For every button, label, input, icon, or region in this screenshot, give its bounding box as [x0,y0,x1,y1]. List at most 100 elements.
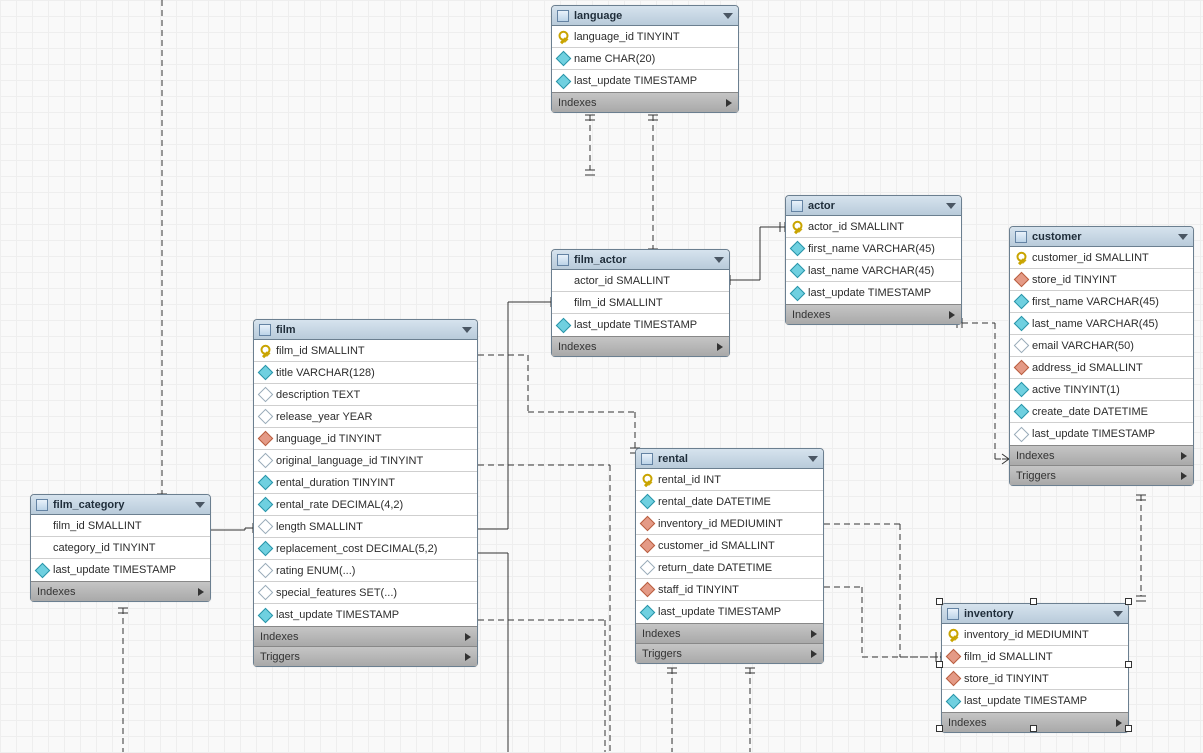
column-row[interactable]: staff_id TINYINT [636,579,823,601]
column-row[interactable]: last_name VARCHAR(45) [786,260,961,282]
column-row[interactable]: customer_id SMALLINT [1010,247,1193,269]
expand-icon[interactable] [198,588,204,596]
section-indexes[interactable]: Indexes [552,336,729,356]
column-row[interactable]: film_id SMALLINT [552,292,729,314]
selection-handle[interactable] [936,725,943,732]
section-indexes[interactable]: Indexes [552,92,738,112]
column-row[interactable]: length SMALLINT [254,516,477,538]
column-row[interactable]: inventory_id MEDIUMINT [942,624,1128,646]
column-row[interactable]: first_name VARCHAR(45) [1010,291,1193,313]
column-row[interactable]: first_name VARCHAR(45) [786,238,961,260]
column-row[interactable]: email VARCHAR(50) [1010,335,1193,357]
table-titlebar[interactable]: customer [1010,227,1193,247]
table-customer[interactable]: customercustomer_id SMALLINTstore_id TIN… [1009,226,1194,486]
expand-icon[interactable] [465,653,471,661]
column-row[interactable]: rental_rate DECIMAL(4,2) [254,494,477,516]
column-row[interactable]: last_update TIMESTAMP [1010,423,1193,445]
column-row[interactable]: release_year YEAR [254,406,477,428]
expand-icon[interactable] [811,650,817,658]
selection-handle[interactable] [1030,598,1037,605]
column-row[interactable]: film_id SMALLINT [31,515,210,537]
expand-icon[interactable] [726,99,732,107]
section-indexes[interactable]: Indexes [786,304,961,324]
expand-icon[interactable] [717,343,723,351]
column-row[interactable]: category_id TINYINT [31,537,210,559]
column-row[interactable]: address_id SMALLINT [1010,357,1193,379]
column-row[interactable]: last_update TIMESTAMP [31,559,210,581]
selection-handle[interactable] [1125,598,1132,605]
column-row[interactable]: active TINYINT(1) [1010,379,1193,401]
column-row[interactable]: original_language_id TINYINT [254,450,477,472]
section-triggers[interactable]: Triggers [254,646,477,666]
collapse-icon[interactable] [946,203,956,209]
column-row[interactable]: last_update TIMESTAMP [552,314,729,336]
column-row[interactable]: replacement_cost DECIMAL(5,2) [254,538,477,560]
column-row[interactable]: return_date DATETIME [636,557,823,579]
table-titlebar[interactable]: actor [786,196,961,216]
column-row[interactable]: rating ENUM(...) [254,560,477,582]
selection-handle[interactable] [1030,725,1037,732]
table-titlebar[interactable]: inventory [942,604,1128,624]
column-row[interactable]: last_update TIMESTAMP [552,70,738,92]
table-film[interactable]: filmfilm_id SMALLINTtitle VARCHAR(128)de… [253,319,478,667]
column-row[interactable]: special_features SET(...) [254,582,477,604]
expand-icon[interactable] [811,630,817,638]
selection-handle[interactable] [1125,725,1132,732]
collapse-icon[interactable] [462,327,472,333]
table-rental[interactable]: rentalrental_id INTrental_date DATETIMEi… [635,448,824,664]
collapse-icon[interactable] [195,502,205,508]
column-row[interactable]: name CHAR(20) [552,48,738,70]
selection-handle[interactable] [1125,661,1132,668]
table-titlebar[interactable]: film [254,320,477,340]
selection-handle[interactable] [936,598,943,605]
column-row[interactable]: last_name VARCHAR(45) [1010,313,1193,335]
section-indexes[interactable]: Indexes [1010,445,1193,465]
section-triggers[interactable]: Triggers [1010,465,1193,485]
column-row[interactable]: last_update TIMESTAMP [636,601,823,623]
table-film_actor[interactable]: film_actoractor_id SMALLINTfilm_id SMALL… [551,249,730,357]
column-row[interactable]: store_id TINYINT [942,668,1128,690]
table-inventory[interactable]: inventoryinventory_id MEDIUMINTfilm_id S… [941,603,1129,733]
column-row[interactable]: customer_id SMALLINT [636,535,823,557]
collapse-icon[interactable] [808,456,818,462]
collapse-icon[interactable] [1178,234,1188,240]
table-film_category[interactable]: film_categoryfilm_id SMALLINTcategory_id… [30,494,211,602]
column-row[interactable]: language_id TINYINT [552,26,738,48]
column-row[interactable]: rental_id INT [636,469,823,491]
collapse-icon[interactable] [714,257,724,263]
column-row[interactable]: film_id SMALLINT [942,646,1128,668]
section-triggers[interactable]: Triggers [636,643,823,663]
column-row[interactable]: create_date DATETIME [1010,401,1193,423]
expand-icon[interactable] [1116,719,1122,727]
column-row[interactable]: store_id TINYINT [1010,269,1193,291]
column-row[interactable]: inventory_id MEDIUMINT [636,513,823,535]
collapse-icon[interactable] [1113,611,1123,617]
column-row[interactable]: language_id TINYINT [254,428,477,450]
column-row[interactable]: description TEXT [254,384,477,406]
column-row[interactable]: rental_duration TINYINT [254,472,477,494]
blue-icon [258,541,274,557]
expand-icon[interactable] [1181,472,1187,480]
table-titlebar[interactable]: language [552,6,738,26]
table-language[interactable]: languagelanguage_id TINYINTname CHAR(20)… [551,5,739,113]
table-actor[interactable]: actoractor_id SMALLINTfirst_name VARCHAR… [785,195,962,325]
column-row[interactable]: actor_id SMALLINT [552,270,729,292]
column-row[interactable]: last_update TIMESTAMP [786,282,961,304]
expand-icon[interactable] [1181,452,1187,460]
column-row[interactable]: last_update TIMESTAMP [254,604,477,626]
column-row[interactable]: title VARCHAR(128) [254,362,477,384]
collapse-icon[interactable] [723,13,733,19]
expand-icon[interactable] [949,311,955,319]
section-indexes[interactable]: Indexes [254,626,477,646]
column-row[interactable]: last_update TIMESTAMP [942,690,1128,712]
column-row[interactable]: actor_id SMALLINT [786,216,961,238]
column-row[interactable]: film_id SMALLINT [254,340,477,362]
column-row[interactable]: rental_date DATETIME [636,491,823,513]
section-indexes[interactable]: Indexes [636,623,823,643]
expand-icon[interactable] [465,633,471,641]
table-titlebar[interactable]: film_actor [552,250,729,270]
section-indexes[interactable]: Indexes [31,581,210,601]
table-titlebar[interactable]: film_category [31,495,210,515]
selection-handle[interactable] [936,661,943,668]
table-titlebar[interactable]: rental [636,449,823,469]
